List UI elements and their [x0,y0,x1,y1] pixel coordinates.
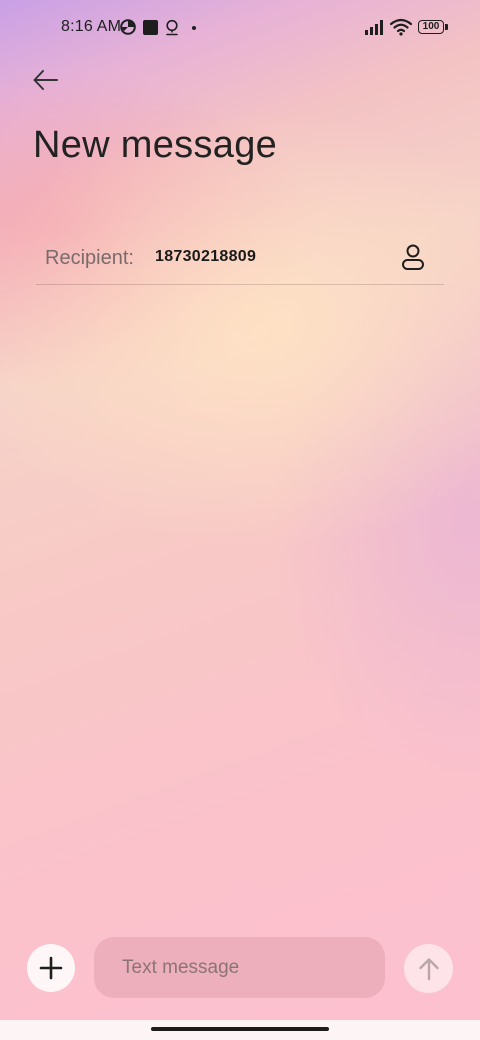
arrow-left-icon [33,70,58,90]
attach-button[interactable] [27,944,75,992]
navigation-bar [0,1020,480,1040]
status-bar: 8:16 AM 100 [0,0,480,56]
select-contact-button[interactable] [398,242,428,272]
home-indicator[interactable] [151,1027,329,1031]
person-icon [402,244,424,270]
send-button[interactable] [404,944,453,993]
new-message-screen: 8:16 AM 100 New message Recipient: 18730… [0,0,480,1040]
status-time: 8:16 AM [61,18,122,35]
message-input[interactable] [94,937,385,998]
page-title: New message [33,124,278,166]
recipient-label: Recipient: [45,247,134,269]
battery-tip [445,24,448,30]
signal-icon [365,20,383,35]
location-pin-icon [166,19,178,36]
back-button[interactable] [30,66,62,94]
recipient-field[interactable]: Recipient: 18730218809 [36,232,444,285]
dot-icon [192,26,196,30]
wifi-icon [390,18,412,36]
plus-icon [39,956,63,980]
netspeed-icon [120,19,136,35]
arrow-up-icon [418,957,439,980]
app-square-icon [143,20,158,35]
recipient-value[interactable]: 18730218809 [155,248,256,266]
battery-icon: 100 [418,20,444,34]
